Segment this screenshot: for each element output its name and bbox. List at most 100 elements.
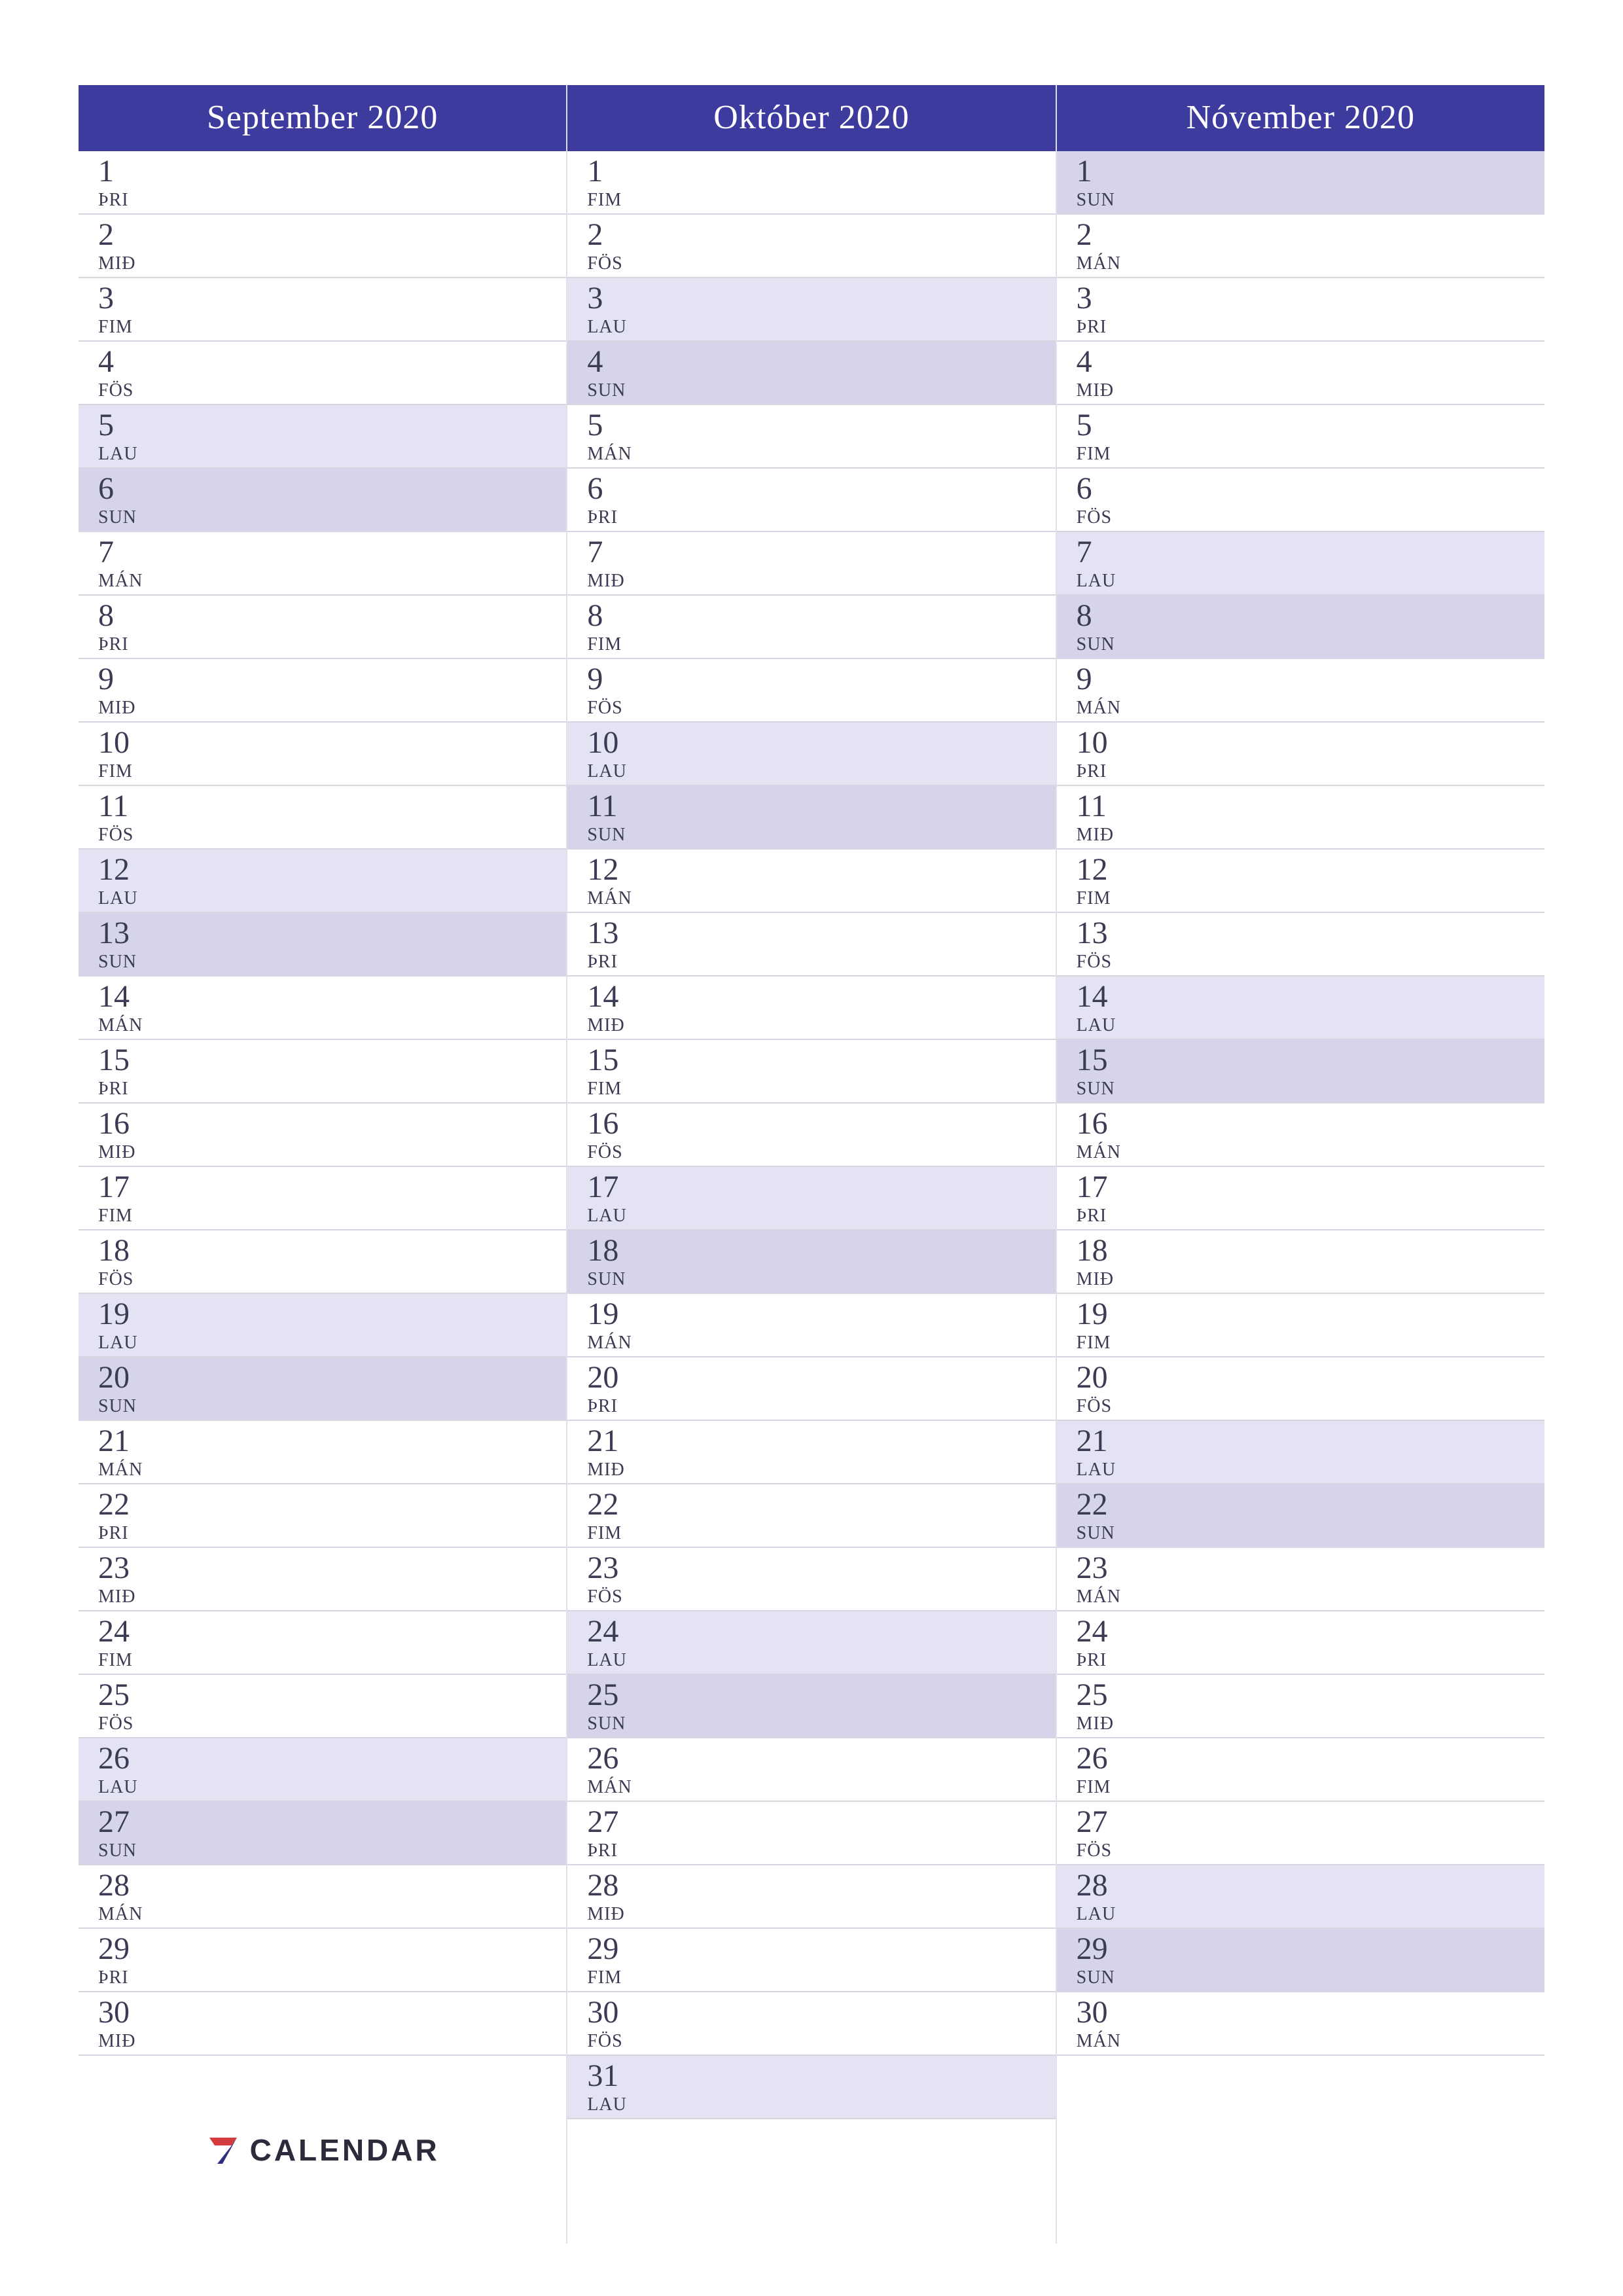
day-number: 15 [1077, 1044, 1544, 1077]
day-abbr: FIM [587, 190, 1055, 211]
day-number: 7 [587, 536, 1055, 569]
day-abbr: MÁN [1077, 253, 1544, 274]
day-number: 5 [587, 409, 1055, 442]
day-abbr: MIÐ [98, 253, 566, 274]
day-abbr: MÁN [587, 1333, 1055, 1354]
day-number: 8 [98, 600, 566, 632]
day-number: 2 [98, 219, 566, 251]
day-abbr: FIM [587, 1079, 1055, 1100]
day-row: 6FÖS [1057, 469, 1544, 532]
day-number: 30 [98, 1996, 566, 2029]
day-number: 6 [1077, 473, 1544, 505]
day-abbr: FIM [1077, 1777, 1544, 1798]
day-number: 12 [98, 853, 566, 886]
day-abbr: ÞRI [98, 190, 566, 211]
day-row: 18SUN [567, 1230, 1055, 1294]
day-number: 12 [1077, 853, 1544, 886]
calendar-page: September 20201ÞRI2MIÐ3FIM4FÖS5LAU6SUN7M… [0, 0, 1623, 2296]
day-number: 2 [1077, 219, 1544, 251]
empty-row [1057, 2056, 1544, 2244]
day-abbr: SUN [587, 380, 1055, 401]
day-abbr: MÁN [1077, 1142, 1544, 1163]
day-row: 25FÖS [79, 1675, 566, 1738]
day-abbr: MIÐ [587, 1904, 1055, 1925]
day-row: 9MIÐ [79, 659, 566, 723]
day-abbr: FIM [98, 761, 566, 782]
day-abbr: LAU [98, 444, 566, 465]
month-column: Október 20201FIM2FÖS3LAU4SUN5MÁN6ÞRI7MIÐ… [567, 85, 1056, 2244]
day-number: 15 [98, 1044, 566, 1077]
day-abbr: MIÐ [587, 571, 1055, 592]
day-row: 21LAU [1057, 1421, 1544, 1484]
day-number: 22 [587, 1488, 1055, 1521]
day-number: 13 [98, 917, 566, 950]
day-row: 28MIÐ [567, 1865, 1055, 1929]
day-abbr: MÁN [1077, 698, 1544, 719]
day-row: 28MÁN [79, 1865, 566, 1929]
day-row: 24LAU [567, 1611, 1055, 1675]
day-row: 20ÞRI [567, 1357, 1055, 1421]
day-number: 29 [587, 1933, 1055, 1965]
day-row: 24FIM [79, 1611, 566, 1675]
day-abbr: LAU [587, 1206, 1055, 1227]
day-row: 12FIM [1057, 850, 1544, 913]
month-header: Nóvember 2020 [1057, 85, 1544, 151]
day-abbr: ÞRI [587, 952, 1055, 973]
day-number: 9 [1077, 663, 1544, 696]
day-number: 5 [98, 409, 566, 442]
day-row: 10FIM [79, 723, 566, 786]
day-row: 9MÁN [1057, 659, 1544, 723]
day-number: 25 [587, 1679, 1055, 1712]
day-abbr: ÞRI [98, 634, 566, 655]
day-row: 1ÞRI [79, 151, 566, 215]
day-abbr: MIÐ [1077, 1713, 1544, 1734]
day-abbr: FÖS [587, 698, 1055, 719]
day-row: 3ÞRI [1057, 278, 1544, 342]
day-abbr: FIM [587, 1523, 1055, 1544]
day-abbr: MÁN [98, 1904, 566, 1925]
day-abbr: LAU [98, 1333, 566, 1354]
day-row: 24ÞRI [1057, 1611, 1544, 1675]
day-abbr: FIM [98, 317, 566, 338]
day-row: 21MÁN [79, 1421, 566, 1484]
day-abbr: FIM [98, 1650, 566, 1671]
day-number: 17 [98, 1171, 566, 1204]
day-row: 30MÁN [1057, 1992, 1544, 2056]
day-row: 27ÞRI [567, 1802, 1055, 1865]
day-number: 24 [1077, 1615, 1544, 1648]
day-number: 11 [587, 790, 1055, 823]
day-number: 16 [587, 1107, 1055, 1140]
day-abbr: ÞRI [1077, 317, 1544, 338]
day-row: 15SUN [1057, 1040, 1544, 1103]
day-abbr: MÁN [98, 1460, 566, 1480]
day-number: 11 [98, 790, 566, 823]
day-number: 17 [1077, 1171, 1544, 1204]
day-number: 7 [1077, 536, 1544, 569]
day-number: 28 [98, 1869, 566, 1902]
day-row: 27SUN [79, 1802, 566, 1865]
day-number: 13 [1077, 917, 1544, 950]
day-row: 13SUN [79, 913, 566, 977]
month-columns: September 20201ÞRI2MIÐ3FIM4FÖS5LAU6SUN7M… [79, 85, 1544, 2244]
day-row: 3FIM [79, 278, 566, 342]
day-abbr: LAU [587, 317, 1055, 338]
brand-text: CALENDAR [250, 2132, 440, 2168]
day-abbr: MIÐ [98, 698, 566, 719]
day-abbr: FIM [1077, 1333, 1544, 1354]
day-abbr: MIÐ [587, 1460, 1055, 1480]
day-abbr: SUN [98, 1840, 566, 1861]
day-number: 13 [587, 917, 1055, 950]
day-row: 23MIÐ [79, 1548, 566, 1611]
day-abbr: MIÐ [98, 1587, 566, 1607]
day-number: 29 [98, 1933, 566, 1965]
day-number: 27 [587, 1806, 1055, 1839]
day-number: 6 [98, 473, 566, 505]
day-row: 19MÁN [567, 1294, 1055, 1357]
day-abbr: FÖS [98, 1269, 566, 1290]
day-number: 9 [587, 663, 1055, 696]
day-number: 28 [1077, 1869, 1544, 1902]
day-abbr: MÁN [587, 888, 1055, 909]
day-abbr: FÖS [587, 2031, 1055, 2052]
day-number: 1 [98, 155, 566, 188]
day-abbr: ÞRI [98, 1079, 566, 1100]
